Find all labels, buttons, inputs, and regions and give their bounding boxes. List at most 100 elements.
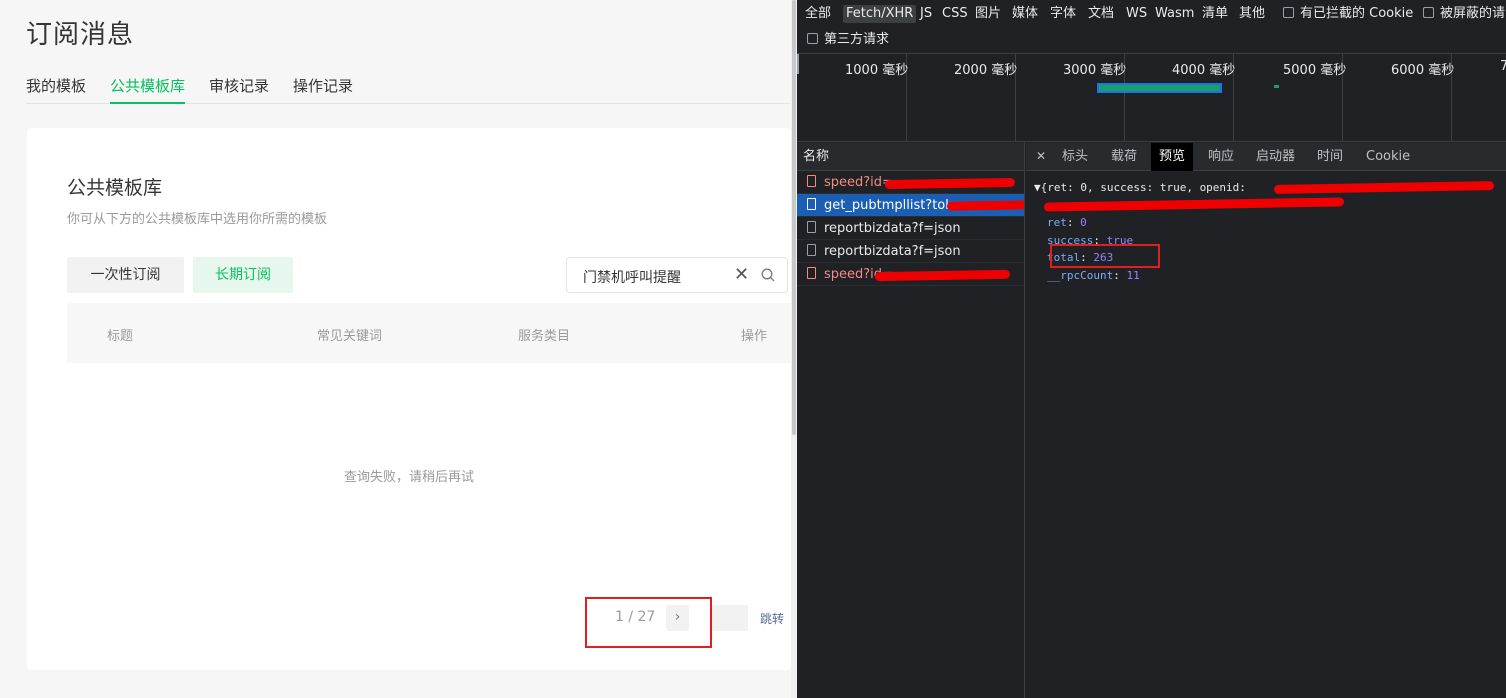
- pager-jump-link[interactable]: 跳转: [760, 610, 784, 627]
- blocked-cookies-checkbox[interactable]: 有已拦截的 Cookie: [1283, 5, 1413, 23]
- library-card: 公共模板库 你可从下方的公共模板库中选用你所需的模板 一次性订阅 长期订阅 门禁…: [27, 128, 791, 670]
- timeline-label: 3000 毫秒: [1063, 63, 1127, 78]
- request-list: 名称 speed?id= get_pubtmpllist?toke report…: [797, 143, 1025, 698]
- json-key: __rpcCount: [1047, 268, 1114, 282]
- detail-tabs: ✕ 标头 载荷 预览 响应 启动器 时间 Cookie: [1026, 143, 1506, 171]
- timeline-label: 5000 毫秒: [1283, 63, 1347, 78]
- timeline-label: 6000 毫秒: [1391, 63, 1455, 78]
- blocked-requests-label: 被屏蔽的请: [1440, 6, 1506, 21]
- filter-docs[interactable]: 文档: [1088, 5, 1114, 23]
- request-row[interactable]: reportbizdata?f=json: [797, 217, 1024, 240]
- redaction-scribble: [946, 200, 1024, 211]
- filter-images[interactable]: 图片: [975, 5, 1001, 23]
- redaction-scribble: [1043, 196, 1345, 212]
- filter-all[interactable]: 全部: [805, 5, 831, 23]
- tab-my-templates[interactable]: 我的模板: [26, 76, 86, 104]
- json-summary: ▼{ret: 0, success: true, openid:: [1034, 181, 1246, 194]
- tab-initiator[interactable]: 启动器: [1256, 143, 1295, 171]
- card-description: 你可从下方的公共模板库中选用你所需的模板: [67, 212, 328, 227]
- annotation-box-total: [1050, 244, 1160, 268]
- filter-ws[interactable]: WS: [1126, 5, 1147, 23]
- blocked-cookies-label: 有已拦截的 Cookie: [1300, 6, 1414, 21]
- request-row[interactable]: speed?id=: [797, 263, 1024, 286]
- table-header: 标题 常见关键词 服务类目 操作: [67, 303, 791, 363]
- filter-bar: 全部 Fetch/XHR JS CSS 图片 媒体 字体 文档 WS Wasm …: [797, 0, 1506, 54]
- request-name: reportbizdata?f=json: [824, 221, 961, 236]
- file-icon: [807, 244, 816, 256]
- pager-page-input[interactable]: [712, 605, 748, 631]
- json-field: __rpcCount: 11: [1047, 268, 1140, 282]
- column-title: 标题: [107, 329, 134, 344]
- json-summary-row[interactable]: ▼{ret: 0, success: true, openid:: [1034, 179, 1504, 197]
- request-name: speed?id=: [824, 175, 893, 190]
- timeline-request-bar: [1274, 85, 1279, 88]
- third-party-label: 第三方请求: [824, 32, 890, 47]
- clear-icon[interactable]: ✕: [734, 264, 749, 285]
- file-icon: [807, 198, 816, 210]
- request-row-selected[interactable]: get_pubtmpllist?toke: [797, 194, 1024, 217]
- third-party-checkbox[interactable]: 第三方请求: [807, 31, 889, 49]
- card-title: 公共模板库: [67, 177, 163, 199]
- search-icon[interactable]: [761, 268, 775, 282]
- filter-fetch-xhr[interactable]: Fetch/XHR: [843, 5, 917, 23]
- json-key: ret: [1047, 216, 1067, 229]
- tab-review-records[interactable]: 审核记录: [209, 76, 269, 104]
- search-value: 门禁机呼叫提醒: [583, 270, 681, 286]
- file-icon: [807, 267, 816, 279]
- filter-other[interactable]: 其他: [1239, 5, 1265, 23]
- json-field: ret: 0: [1047, 216, 1087, 229]
- redaction-scribble: [874, 269, 1011, 282]
- empty-message: 查询失败，请稍后再试: [343, 470, 474, 485]
- tab-payload[interactable]: 载荷: [1111, 143, 1137, 171]
- tab-headers[interactable]: 标头: [1062, 143, 1088, 171]
- column-keywords: 常见关键词: [317, 329, 383, 344]
- filter-manifest[interactable]: 清单: [1202, 5, 1228, 23]
- filter-fonts[interactable]: 字体: [1050, 5, 1076, 23]
- request-row[interactable]: reportbizdata?f=json: [797, 240, 1024, 263]
- json-preview: ▼{ret: 0, success: true, openid: ret: 0 …: [1034, 179, 1504, 284]
- timeline-label: 4000 毫秒: [1172, 63, 1236, 78]
- filter-js[interactable]: JS: [920, 5, 932, 23]
- checkbox-icon: [1283, 7, 1294, 18]
- filter-media[interactable]: 媒体: [1012, 5, 1038, 23]
- network-timeline[interactable]: 1000 毫秒 2000 毫秒 3000 毫秒 4000 毫秒 5000 毫秒 …: [797, 54, 1506, 142]
- page-scrollbar-thumb[interactable]: [792, 0, 796, 435]
- column-actions: 操作: [741, 329, 768, 344]
- close-icon[interactable]: ✕: [1036, 149, 1046, 163]
- filter-css[interactable]: CSS: [942, 5, 968, 23]
- request-name: get_pubtmpllist?toke: [824, 198, 961, 213]
- search-input[interactable]: 门禁机呼叫提醒 ✕: [566, 257, 788, 293]
- json-value: 11: [1126, 268, 1140, 282]
- json-value: 0: [1080, 216, 1087, 229]
- checkbox-icon: [1423, 7, 1434, 18]
- timeline-request-bar: [1097, 83, 1222, 93]
- filter-wasm[interactable]: Wasm: [1155, 5, 1194, 23]
- checkbox-icon: [807, 33, 818, 44]
- long-term-subscribe-button[interactable]: 长期订阅: [193, 257, 293, 293]
- request-row[interactable]: speed?id=: [797, 171, 1024, 194]
- name-column-header[interactable]: 名称: [797, 143, 1024, 171]
- tab-response[interactable]: 响应: [1208, 143, 1234, 171]
- page-tabs: 我的模板 公共模板库 审核记录 操作记录: [26, 76, 791, 104]
- redaction-scribble: [884, 177, 1016, 190]
- timeline-label: 2000 毫秒: [954, 63, 1018, 78]
- annotation-box-pager: [585, 597, 712, 648]
- column-category: 服务类目: [518, 329, 571, 344]
- tab-operation-records[interactable]: 操作记录: [293, 76, 353, 104]
- tab-preview[interactable]: 预览: [1151, 143, 1194, 171]
- one-time-subscribe-button[interactable]: 一次性订阅: [67, 257, 184, 293]
- blocked-requests-checkbox[interactable]: 被屏蔽的请: [1423, 5, 1505, 23]
- tab-timing[interactable]: 时间: [1317, 143, 1343, 171]
- mp-page: 订阅消息 我的模板 公共模板库 审核记录 操作记录 公共模板库 你可从下方的公共…: [0, 0, 791, 698]
- request-name: reportbizdata?f=json: [824, 244, 961, 259]
- file-icon: [807, 221, 816, 233]
- request-detail: ✕ 标头 载荷 预览 响应 启动器 时间 Cookie ▼{ret: 0, su…: [1026, 143, 1506, 698]
- tab-public-library[interactable]: 公共模板库: [110, 76, 186, 104]
- redaction-scribble: [1273, 181, 1495, 194]
- devtools-network-panel: 全部 Fetch/XHR JS CSS 图片 媒体 字体 文档 WS Wasm …: [797, 0, 1506, 698]
- file-icon: [807, 175, 816, 187]
- tab-cookies[interactable]: Cookie: [1366, 143, 1410, 171]
- timeline-cursor: [797, 54, 799, 74]
- json-summary-row: [1034, 196, 1504, 215]
- timeline-label: 7: [1500, 59, 1506, 74]
